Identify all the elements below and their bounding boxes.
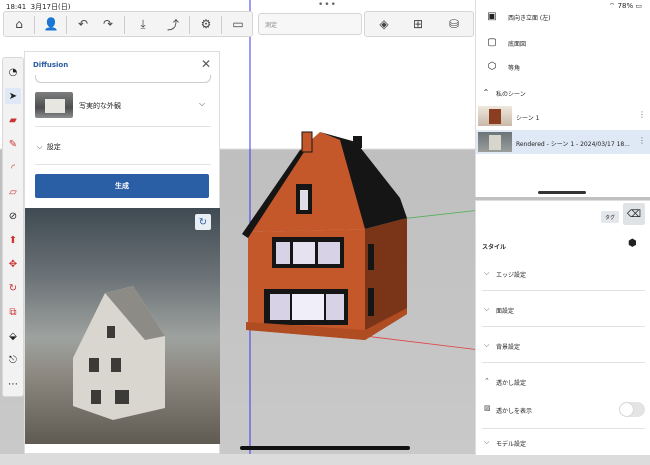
chevron-up-icon: ⌃ [482,87,490,97]
home-indicator [240,446,410,450]
prompt-input[interactable] [35,75,211,83]
styles-panel: タグ ⌫ スタイル ⬢ ⌵ エッジ設定 ⌵ 面設定 ⌵ 背景設定 ⌃ 透かし設定… [475,200,650,455]
chevron-up-icon: ⌃ [484,377,490,385]
rendered-image: ↻ [25,208,220,444]
more-tools-icon[interactable]: ⋯ [5,376,21,392]
view-item-bottom[interactable]: ▢ 底面図 [476,32,650,54]
style-thumbnail [35,92,73,118]
refresh-icon[interactable]: ↻ [195,214,211,230]
generate-button[interactable]: 生成 [35,174,209,198]
home-button[interactable]: ⌂ [10,15,28,33]
tool-strip: ◔ ➤ ▰ ✎ ◜ ▱ ⊘ ⬆ ✥ ↻ ⧉ ⬙ ⎋ ⋯ [2,57,24,397]
select-tool-icon[interactable]: ➤ [5,88,21,104]
watermark-icon: ▨ [484,404,491,412]
measure-placeholder: 測定 [265,22,278,29]
status-right: ⌔ 78% ▭ [608,2,642,10]
rendered-house [73,286,165,420]
chevron-down-icon: ⌵ [484,438,490,446]
style-dropdown[interactable]: 写実的な外観 ⌵ [35,89,211,123]
export-icon[interactable]: ⤴ [164,15,182,33]
toolbar-view: ◈ ⊞ ⛁ [364,11,474,37]
chevron-down-icon: ⌵ [484,269,490,277]
orbit-tool-icon[interactable]: ◔ [5,64,21,80]
section-tool-icon[interactable]: ⎋ [5,352,21,368]
move-tool-icon[interactable]: ✥ [5,256,21,272]
chevron-down-icon: ⌵ [199,99,206,108]
scenes-header[interactable]: ⌃ 私のシーン [476,82,650,104]
undo-icon[interactable]: ↶ [74,15,92,33]
divider [35,164,211,165]
push-pull-tool-icon[interactable]: ⬆ [5,232,21,248]
isometric-icon: ⬡ [487,60,497,72]
styles-title: スタイル [482,244,507,251]
arc-tool-icon[interactable]: ◜ [5,160,21,176]
components-icon[interactable]: ⊞ [409,15,427,33]
redo-icon[interactable]: ↷ [99,15,117,33]
panel-resize-handle[interactable] [538,191,586,194]
section-edge[interactable]: ⌵ エッジ設定 [476,255,650,291]
display-icon[interactable]: ▭ [229,15,247,33]
view-item-iso[interactable]: ⬡ 等角 [476,56,650,78]
line-tool-icon[interactable]: ✎ [5,136,21,152]
layers-icon[interactable]: ⛁ [445,15,463,33]
status-bar: 18:41 3月17日(日) ••• ⌔ 78% ▭ [0,0,650,12]
styles-cube-icon[interactable]: ⬢ [628,238,637,249]
more-icon[interactable]: ⋮ [638,110,646,119]
paint-tool-icon[interactable]: ⬙ [5,328,21,344]
watermark-toggle[interactable] [619,402,645,417]
more-icon[interactable]: ⋮ [638,136,646,145]
settings-toggle[interactable]: ⌵ 設定 [37,142,61,152]
panel-title: Diffusion [33,61,69,69]
section-face[interactable]: ⌵ 面設定 [476,291,650,327]
materials-icon[interactable]: ◈ [375,15,393,33]
eraser-icon[interactable]: ⌫ [623,203,645,225]
close-icon[interactable]: ✕ [201,57,211,71]
tape-tool-icon[interactable]: ⊘ [5,208,21,224]
rotate-tool-icon[interactable]: ↻ [5,280,21,296]
section-model[interactable]: ⌵ モデル設定 [476,429,650,465]
chevron-down-icon: ⌵ [484,341,490,349]
toolbar-file: ⌂ 👤 ↶ ↷ ⤓ ⤴ ⚙ ▭ [3,11,253,37]
multitask-dots[interactable]: ••• [318,0,337,10]
scale-tool-icon[interactable]: ⧉ [5,304,21,320]
divider [35,126,211,127]
diffusion-panel: Diffusion ✕ 写実的な外観 ⌵ ⌵ 設定 生成 ↻ [24,51,220,454]
watermark-toggle-row: ▨ 透かしを表示 [476,393,650,429]
user-button[interactable]: 👤 [42,15,60,33]
section-background[interactable]: ⌵ 背景設定 [476,327,650,363]
scene-item[interactable]: シーン 1 ⋮ [476,104,650,128]
scene-thumbnail [478,132,512,152]
style-label: 写実的な外観 [79,102,121,110]
measure-input[interactable]: 測定 [258,13,362,35]
eraser-tool-icon[interactable]: ▰ [5,112,21,128]
import-icon[interactable]: ⤓ [134,15,152,33]
views-scenes-panel: ▣ 西向き立面 (左) ▢ 底面図 ⬡ 等角 ⌃ 私のシーン シーン 1 ⋮ R… [475,0,650,197]
scene-item-selected[interactable]: Rendered - シーン 1 - 2024/03/17 18... ⋮ [476,130,650,154]
status-time: 18:41 3月17日(日) [6,3,71,11]
rectangle-tool-icon[interactable]: ▱ [5,184,21,200]
chevron-down-icon: ⌵ [484,305,490,313]
scene-thumbnail [478,106,512,126]
gear-icon[interactable]: ⚙ [197,15,215,33]
bottom-view-icon: ▢ [487,36,497,48]
tags-button[interactable]: タグ [601,211,619,223]
